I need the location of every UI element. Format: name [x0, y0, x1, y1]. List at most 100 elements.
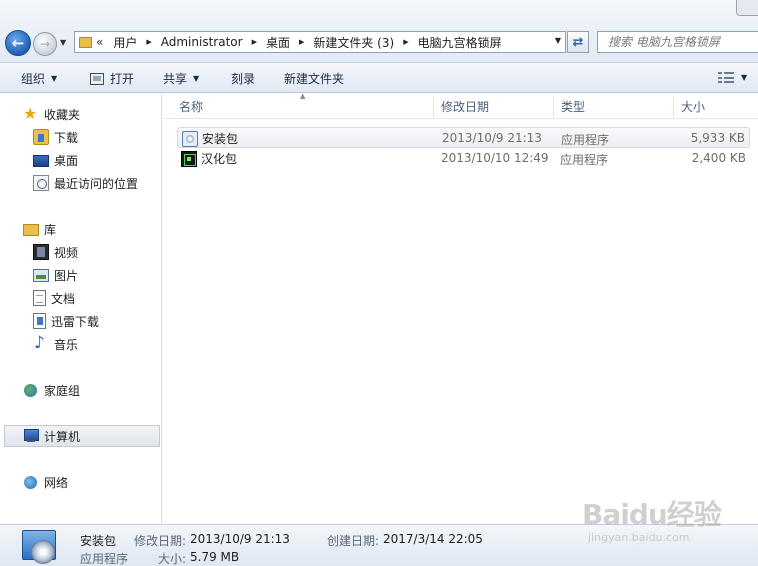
- breadcrumb-item[interactable]: 电脑九宫格锁屏: [418, 34, 502, 51]
- details-file-name: 安装包: [80, 534, 117, 548]
- chevron-right-icon[interactable]: ▶: [146, 38, 151, 46]
- column-modified[interactable]: 修改日期: [433, 94, 553, 119]
- file-modified: 2013/10/10 12:49: [441, 151, 549, 165]
- chevron-right-icon[interactable]: ▶: [252, 38, 257, 46]
- burn-label: 刻录: [231, 72, 256, 86]
- details-created-label: 创建日期:: [327, 534, 380, 548]
- command-bar: 组织 ▼ 打开 共享 ▼ 刻录 新建文件夹 ▼: [0, 62, 758, 93]
- refresh-button[interactable]: ⇄: [567, 31, 589, 53]
- folder-icon: [79, 36, 92, 48]
- picture-icon: [33, 269, 49, 282]
- nav-music[interactable]: 音乐: [0, 333, 160, 355]
- new-folder-button[interactable]: 新建文件夹: [284, 70, 344, 87]
- address-bar[interactable]: « 用户 ▶ Administrator ▶ 桌面 ▶ 新建文件夹 (3) ▶ …: [74, 31, 566, 53]
- desktop-icon: [33, 155, 49, 167]
- nav-label: 库: [44, 222, 57, 237]
- music-note-icon: [33, 333, 49, 353]
- nav-computer[interactable]: 计算机: [4, 425, 160, 447]
- file-type: 应用程序: [561, 133, 610, 147]
- application-icon: [181, 150, 197, 167]
- file-type: 应用程序: [560, 153, 609, 167]
- arrow-left-icon: ←: [11, 33, 25, 52]
- file-name: 汉化包: [201, 152, 238, 166]
- document-icon: [33, 290, 46, 306]
- nav-downloads[interactable]: 下载: [0, 126, 160, 148]
- installer-icon: [182, 130, 198, 147]
- thunder-download-icon: [33, 313, 46, 329]
- breadcrumb-item[interactable]: 新建文件夹 (3): [313, 34, 394, 51]
- nav-thunder-downloads[interactable]: 迅雷下载: [0, 310, 160, 332]
- nav-label: 桌面: [54, 153, 79, 168]
- file-size: 5,933 KB: [690, 131, 745, 145]
- nav-label: 图片: [54, 268, 79, 283]
- nav-label: 迅雷下载: [51, 314, 100, 329]
- nav-label: 收藏夹: [44, 107, 81, 122]
- arrow-right-icon: →: [39, 37, 51, 51]
- search-input[interactable]: [608, 33, 758, 51]
- installer-icon: [22, 530, 56, 564]
- details-modified-value: 2013/10/9 21:13: [190, 532, 290, 546]
- nav-libraries[interactable]: 库: [0, 218, 160, 240]
- nav-desktop[interactable]: 桌面: [0, 149, 160, 171]
- burn-button[interactable]: 刻录: [231, 70, 255, 87]
- forward-button[interactable]: →: [33, 32, 57, 56]
- breadcrumb: 用户 ▶ Administrator ▶ 桌面 ▶ 新建文件夹 (3) ▶ 电脑…: [113, 34, 501, 51]
- star-icon: [23, 104, 39, 123]
- back-button[interactable]: ←: [5, 30, 31, 56]
- computer-icon: [23, 428, 39, 444]
- organize-button[interactable]: 组织 ▼: [21, 70, 57, 87]
- view-options-icon[interactable]: [718, 72, 734, 84]
- refresh-icon: ⇄: [572, 34, 584, 50]
- nav-homegroup[interactable]: 家庭组: [0, 379, 160, 401]
- share-label: 共享: [163, 72, 188, 86]
- breadcrumb-item[interactable]: Administrator: [161, 35, 243, 49]
- recent-pages-dropdown[interactable]: ▼: [60, 38, 66, 47]
- breadcrumb-item[interactable]: 桌面: [266, 34, 290, 51]
- open-icon: [90, 72, 104, 85]
- search-box[interactable]: [597, 31, 758, 53]
- nav-label: 家庭组: [44, 383, 81, 398]
- open-label: 打开: [110, 72, 135, 86]
- column-type[interactable]: 类型: [553, 94, 673, 119]
- file-size: 2,400 KB: [691, 151, 746, 165]
- details-modified-label: 修改日期:: [134, 534, 187, 548]
- column-name[interactable]: 名称: [171, 94, 433, 119]
- chevron-down-icon: ▼: [193, 74, 200, 83]
- chevron-down-icon: ▼: [51, 74, 58, 83]
- column-label: 名称: [179, 100, 204, 114]
- column-label: 大小: [681, 100, 706, 114]
- column-size[interactable]: 大小: [673, 94, 753, 119]
- navigation-pane: 收藏夹 下载 桌面 最近访问的位置 库 视频 图片 文档 迅雷下载 音乐 家庭组: [0, 94, 162, 524]
- chevron-right-icon[interactable]: ▶: [403, 38, 408, 46]
- breadcrumb-item[interactable]: 用户: [113, 34, 137, 51]
- recent-places-icon: [33, 175, 49, 191]
- nav-network[interactable]: 网络: [0, 471, 160, 493]
- file-row[interactable]: 汉化包 2013/10/10 12:49 应用程序 2,400 KB: [177, 148, 750, 169]
- details-size-value: 5.79 MB: [190, 550, 240, 564]
- chevron-down-icon[interactable]: ▼: [741, 73, 747, 82]
- details-file-type: 应用程序: [80, 552, 129, 566]
- open-button[interactable]: 打开: [90, 70, 134, 87]
- window-control-edge[interactable]: [736, 0, 758, 16]
- nav-pictures[interactable]: 图片: [0, 264, 160, 286]
- file-row[interactable]: 安装包 2013/10/9 21:13 应用程序 5,933 KB: [177, 127, 750, 148]
- address-area: ← → ▼ « 用户 ▶ Administrator ▶ 桌面 ▶ 新建文件夹 …: [0, 0, 758, 62]
- address-dropdown[interactable]: ▼: [555, 36, 561, 45]
- share-button[interactable]: 共享 ▼: [163, 70, 199, 87]
- nav-documents[interactable]: 文档: [0, 287, 160, 309]
- nav-favorites[interactable]: 收藏夹: [0, 103, 160, 125]
- chevron-right-icon[interactable]: ▶: [299, 38, 304, 46]
- nav-label: 计算机: [44, 429, 81, 444]
- nav-recent-places[interactable]: 最近访问的位置: [0, 172, 160, 194]
- download-folder-icon: [33, 129, 49, 145]
- file-list: ▲ 名称 修改日期 类型 大小 安装包 2013/10/9 21:13 应用程序…: [163, 92, 758, 524]
- homegroup-icon: [23, 382, 39, 398]
- file-modified: 2013/10/9 21:13: [442, 131, 542, 145]
- file-name: 安装包: [202, 132, 239, 146]
- file-name-cell: 汉化包: [181, 150, 237, 167]
- library-icon: [23, 224, 39, 236]
- details-size-label: 大小:: [158, 552, 187, 566]
- nav-videos[interactable]: 视频: [0, 241, 160, 263]
- breadcrumb-overflow[interactable]: «: [96, 35, 103, 49]
- nav-label: 音乐: [54, 337, 79, 352]
